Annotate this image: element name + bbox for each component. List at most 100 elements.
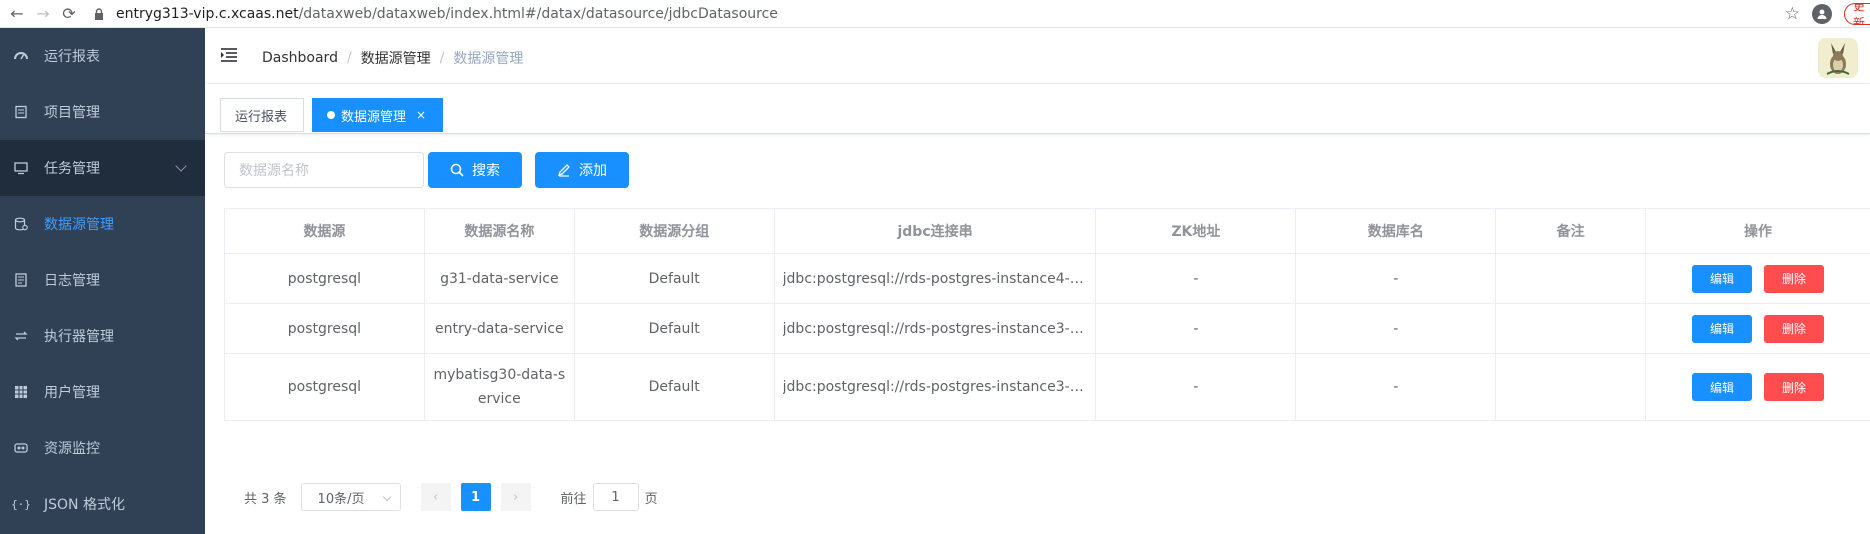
sidebar: 运行报表 项目管理 任务管理 数据源管理 日志管理 执行器管理 用户管理 资源监…	[0, 28, 205, 534]
sidebar-item-label: 任务管理	[44, 161, 100, 177]
cell-zk: -	[1096, 254, 1297, 303]
column-header: 数据源分组	[575, 209, 775, 253]
breadcrumb-current: 数据源管理	[453, 51, 524, 67]
sidebar-item-logs[interactable]: 日志管理	[0, 252, 205, 308]
cell-jdbc: jdbc:postgresql://rds-postgres-instance4…	[775, 254, 1097, 303]
page-number-current[interactable]: 1	[460, 483, 491, 511]
reload-icon[interactable]: ⟳	[56, 0, 82, 28]
browser-toolbar: ← → ⟳ entryg313-vip.c.xcaas.net/dataxweb…	[0, 0, 1870, 28]
browser-update-button[interactable]: 更新	[1844, 2, 1870, 25]
prev-page-button[interactable]: ‹	[420, 483, 451, 511]
pagination: 共 3 条 10条/页 ‹ 1 › 前往 1 页	[244, 482, 658, 512]
cell-actions: 编辑 删除	[1646, 254, 1870, 303]
pagination-total: 共 3 条	[244, 491, 287, 507]
cell-zk: -	[1096, 354, 1297, 420]
delete-button[interactable]: 删除	[1764, 373, 1825, 401]
search-button[interactable]: 搜索	[428, 152, 522, 188]
sidebar-item-executors[interactable]: 执行器管理	[0, 308, 205, 364]
jdbc-text: jdbc:postgresql://rds-postgres-instance3…	[782, 379, 1088, 395]
chevron-down-icon	[175, 160, 187, 172]
avatar[interactable]	[1818, 38, 1858, 78]
sidebar-item-label: 日志管理	[44, 273, 100, 289]
tags-view: 运行报表 数据源管理 ×	[205, 84, 1870, 134]
dashboard-icon	[14, 49, 28, 63]
cell-actions: 编辑 删除	[1646, 354, 1870, 420]
cell-db: -	[1296, 254, 1497, 303]
cell-group: Default	[575, 354, 775, 420]
sidebar-item-users[interactable]: 用户管理	[0, 364, 205, 420]
sidebar-item-label: 数据源管理	[44, 217, 114, 233]
datasource-table: 数据源 数据源名称 数据源分组 jdbc连接串 ZK地址 数据库名 备注 操作 …	[224, 208, 1870, 421]
tag-dashboard[interactable]: 运行报表	[220, 98, 304, 132]
navbar: Dashboard / 数据源管理 / 数据源管理	[205, 28, 1870, 84]
edit-button[interactable]: 编辑	[1692, 373, 1753, 401]
goto-suffix: 页	[644, 491, 658, 507]
cell-note	[1496, 354, 1647, 420]
edit-button[interactable]: 编辑	[1692, 264, 1753, 293]
page-size-select[interactable]: 10条/页	[300, 483, 401, 511]
sidebar-item-projects[interactable]: 项目管理	[0, 84, 205, 140]
add-button[interactable]: 添加	[535, 152, 629, 188]
cell-zk: -	[1096, 304, 1297, 353]
sidebar-item-dashboard[interactable]: 运行报表	[0, 28, 205, 84]
sidebar-item-datasource[interactable]: 数据源管理	[0, 196, 205, 252]
breadcrumb: Dashboard / 数据源管理 / 数据源管理	[262, 48, 523, 68]
sidebar-item-tasks[interactable]: 任务管理	[0, 140, 205, 196]
table-header-row: 数据源 数据源名称 数据源分组 jdbc连接串 ZK地址 数据库名 备注 操作	[225, 209, 1870, 254]
close-icon[interactable]: ×	[416, 108, 426, 122]
breadcrumb-home[interactable]: Dashboard	[262, 50, 338, 66]
log-icon	[14, 273, 28, 287]
tag-label: 数据源管理	[341, 109, 407, 125]
column-header: 数据库名	[1296, 209, 1497, 253]
column-header: 数据源名称	[425, 209, 575, 253]
column-header: 备注	[1496, 209, 1647, 253]
tag-datasource-active[interactable]: 数据源管理 ×	[312, 98, 443, 132]
url-host: entryg313-vip.c.xcaas.net	[116, 5, 299, 22]
cell-note	[1496, 304, 1647, 353]
goto-page-input[interactable]: 1	[592, 483, 639, 511]
cell-jdbc: jdbc:postgresql://rds-postgres-instance3…	[775, 304, 1097, 353]
cell-name: mybatisg30-data-service	[425, 354, 575, 420]
sidebar-item-label: 运行报表	[44, 49, 100, 65]
breadcrumb-separator: /	[439, 50, 445, 66]
column-header: 数据源	[225, 209, 425, 253]
table-row: postgresql g31-data-service Default jdbc…	[225, 254, 1870, 304]
cell-group: Default	[575, 304, 775, 353]
cell-datasource: postgresql	[225, 254, 425, 303]
sidebar-item-resources[interactable]: 资源监控	[0, 420, 205, 476]
bookmark-star-icon[interactable]: ☆	[1785, 4, 1800, 24]
database-icon	[14, 217, 28, 231]
cell-name: g31-data-service	[425, 254, 575, 303]
hamburger-icon[interactable]	[221, 48, 237, 62]
address-bar[interactable]: entryg313-vip.c.xcaas.net/dataxweb/datax…	[92, 0, 1785, 28]
column-header: 操作	[1744, 224, 1773, 240]
sidebar-item-label: 用户管理	[44, 385, 100, 401]
breadcrumb-parent[interactable]: 数据源管理	[361, 48, 431, 68]
breadcrumb-separator: /	[346, 50, 352, 66]
project-icon	[14, 105, 28, 119]
delete-button[interactable]: 删除	[1764, 314, 1825, 343]
json-icon: {·}	[11, 497, 31, 511]
page-size-value: 10条/页	[317, 491, 365, 507]
cell-db: -	[1296, 304, 1497, 353]
user-table-icon	[14, 385, 28, 399]
cell-name: entry-data-service	[425, 304, 575, 353]
edit-button[interactable]: 编辑	[1692, 314, 1753, 343]
search-button-label: 搜索	[472, 163, 500, 179]
cell-datasource: postgresql	[225, 304, 425, 353]
delete-button[interactable]: 删除	[1764, 264, 1825, 293]
next-page-button[interactable]: ›	[500, 483, 531, 511]
profile-icon[interactable]	[1812, 3, 1832, 24]
sidebar-item-label: 执行器管理	[44, 329, 114, 345]
sidebar-item-label: JSON 格式化	[44, 497, 125, 513]
column-header: jdbc连接串	[775, 209, 1097, 253]
back-icon[interactable]: ←	[4, 0, 30, 28]
sidebar-item-json[interactable]: {·} JSON 格式化	[0, 476, 205, 532]
datasource-name-input[interactable]: 数据源名称	[224, 152, 424, 188]
main-content: 数据源名称 搜索 添加 数据源 数据源名称 数据源分组 jdbc连接串 ZK地址…	[205, 134, 1870, 534]
sidebar-item-label: 项目管理	[44, 105, 100, 121]
sidebar-item-label: 资源监控	[44, 441, 100, 457]
active-dot-icon	[327, 111, 335, 119]
forward-icon[interactable]: →	[30, 0, 56, 28]
chevron-down-icon	[382, 492, 391, 502]
